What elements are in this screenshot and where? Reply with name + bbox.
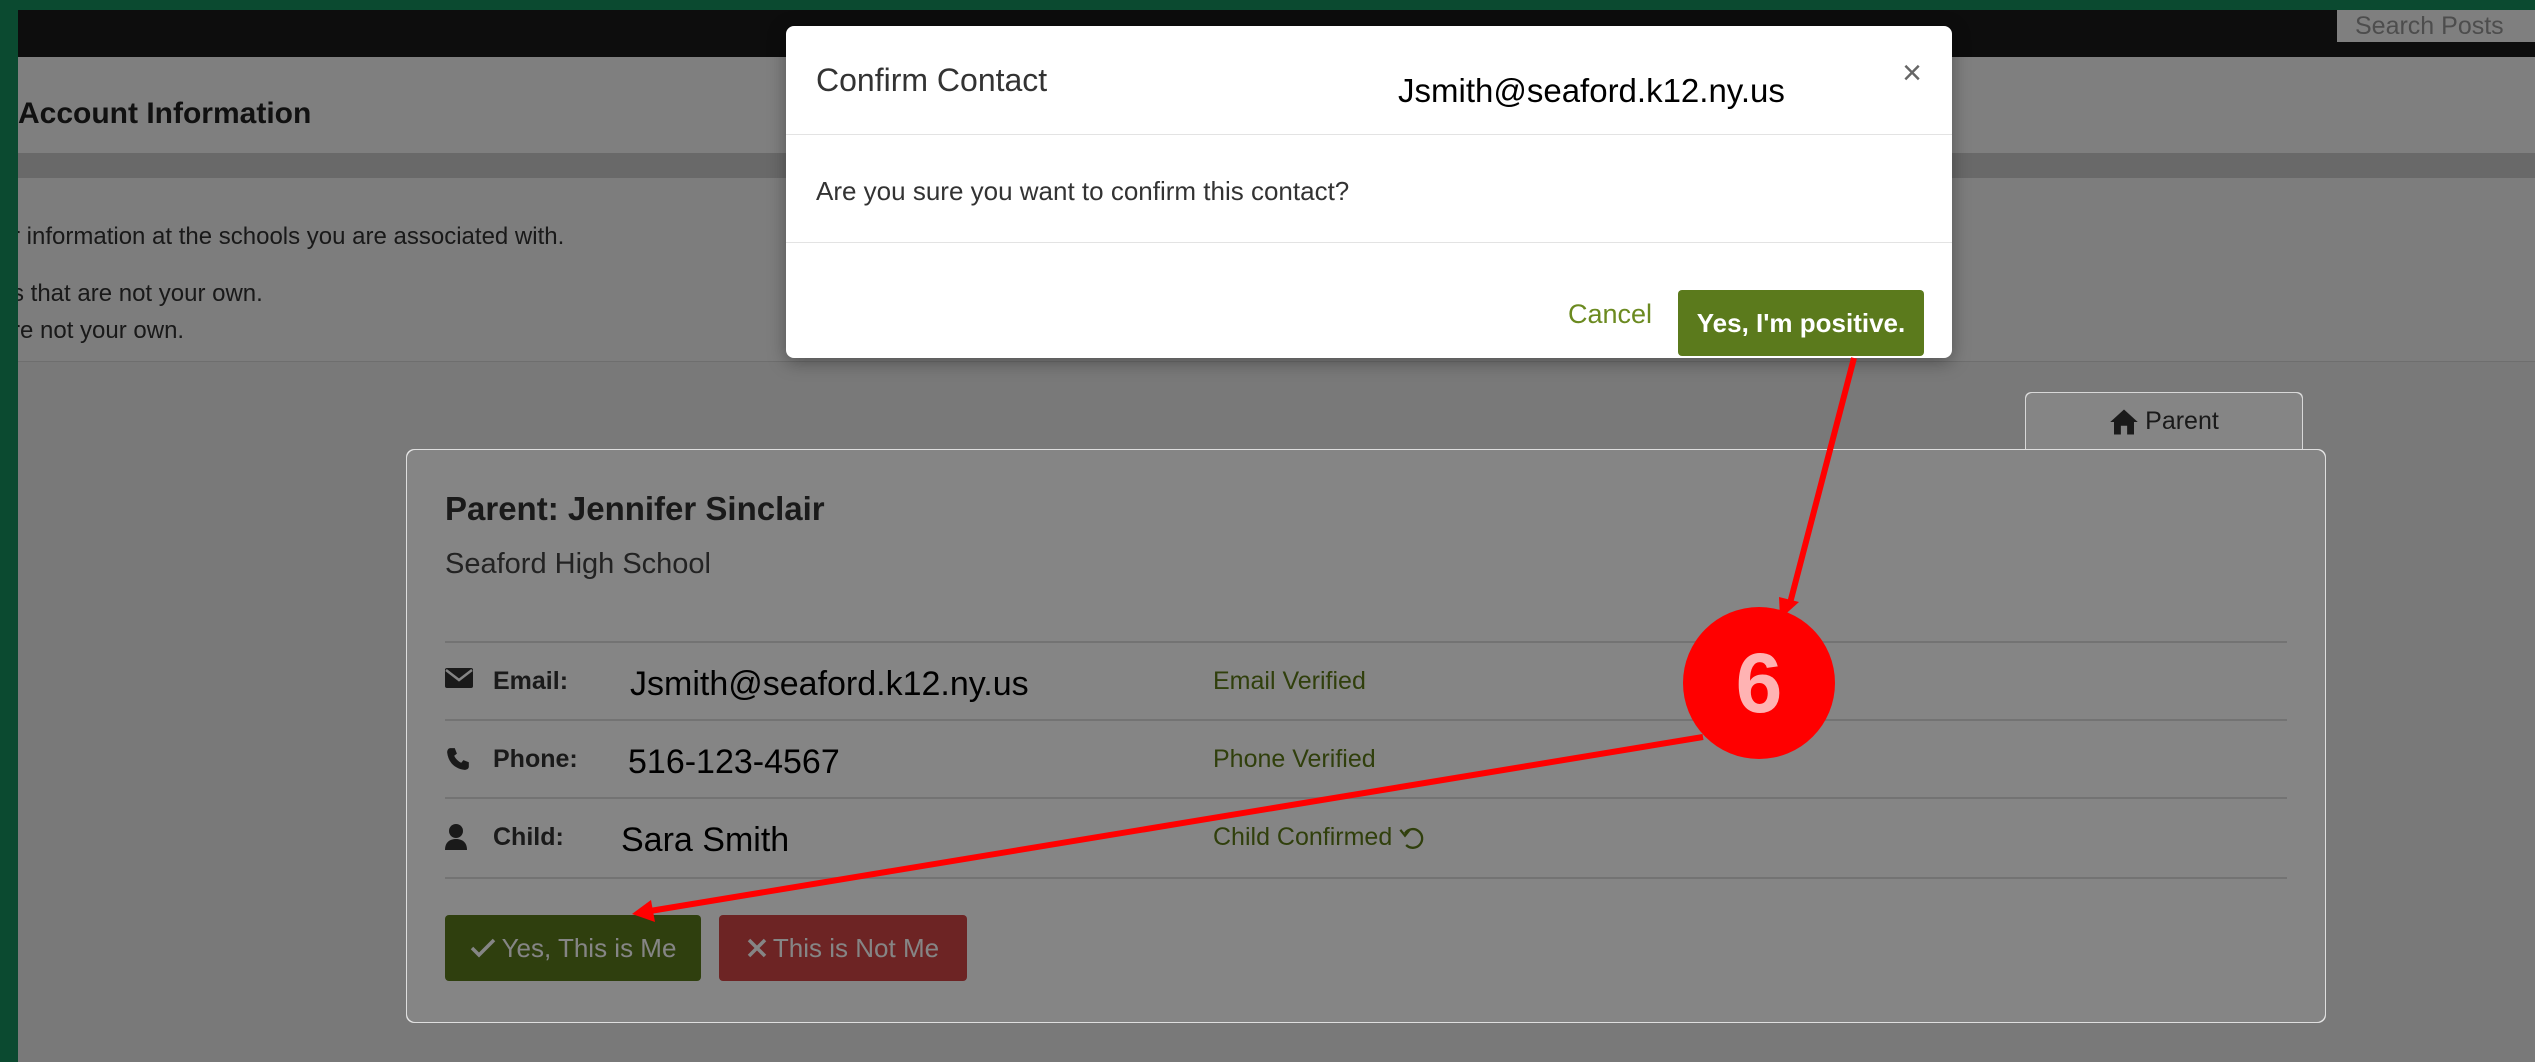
modal-title: Confirm Contact	[816, 62, 1048, 98]
confirm-positive-button[interactable]: Yes, I'm positive.	[1678, 290, 1924, 356]
modal-divider	[786, 242, 1952, 243]
cancel-button[interactable]: Cancel	[1568, 299, 1652, 330]
tab-parent[interactable]: Parent	[2025, 392, 2303, 450]
parent-card: Parent: Jennifer Sinclair Seaford High S…	[406, 449, 2326, 1023]
modal-body-text: Are you sure you want to confirm this co…	[816, 176, 1350, 206]
tab-dim-overlay	[2026, 393, 2302, 450]
modal-email-callout: Jsmith@seaford.k12.ny.us	[1398, 72, 1785, 109]
close-icon[interactable]: ×	[1902, 54, 1922, 93]
confirm-contact-modal: Confirm Contact Jsmith@seaford.k12.ny.us…	[786, 26, 1952, 358]
card-dim-overlay	[407, 450, 2325, 1022]
modal-header: Confirm Contact Jsmith@seaford.k12.ny.us…	[786, 26, 1952, 135]
